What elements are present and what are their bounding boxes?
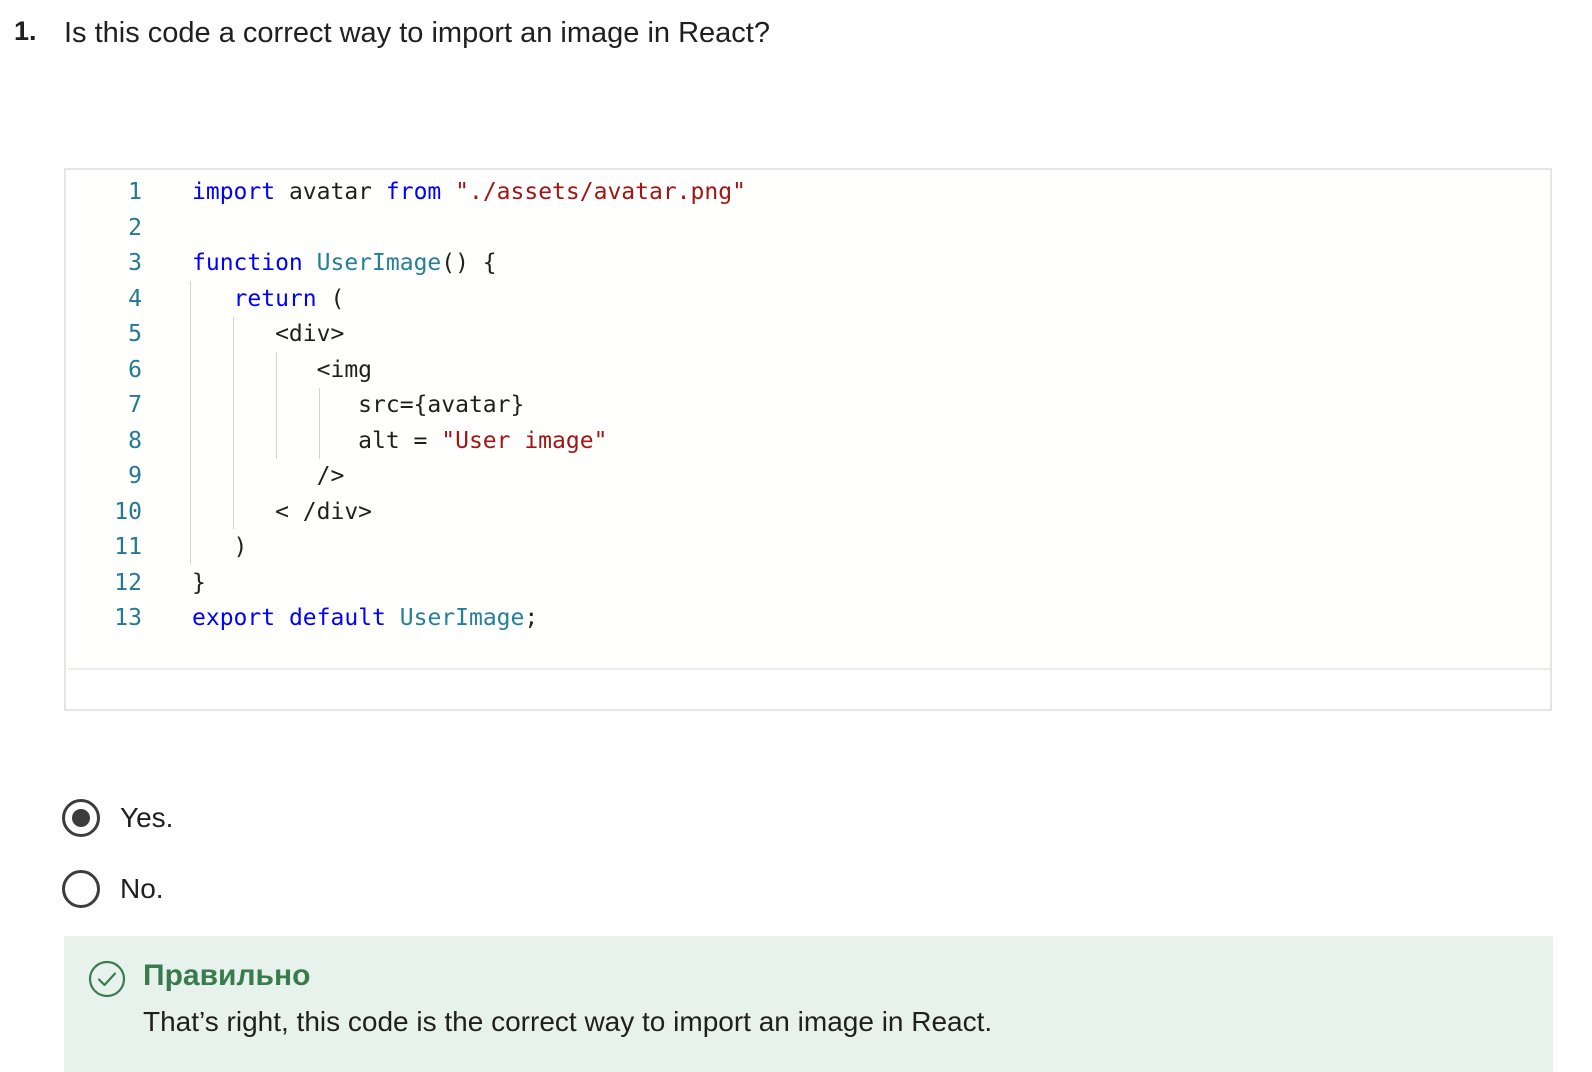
code-token: avatar [275,179,386,205]
feedback-title: Правильно [143,959,311,992]
code-token: "./assets/avatar.png" [455,179,746,205]
line-code: alt = "User image" [192,423,607,459]
line-number: 2 [128,214,142,241]
code-token: /> [192,463,345,489]
code-token: from [385,179,442,205]
code-line: 5 <div> [68,316,1518,352]
code-token: UserImage [316,250,442,276]
code-token: return [233,285,317,312]
code-line: 2 [68,210,1518,246]
line-number: 11 [114,534,142,560]
code-editor[interactable]: 1 import avatar from "./assets/avatar.png… [68,172,1524,670]
feedback-text: That’s right, this code is the correct w… [143,1006,993,1037]
radio-button-yes[interactable] [62,799,100,837]
radio-button-no[interactable] [62,870,100,908]
code-token: ; [524,605,539,631]
line-code: <div> [192,316,344,352]
code-token: () { [441,250,497,276]
code-block: 1 import avatar from "./assets/avatar.png… [64,168,1552,711]
line-number: 5 [128,321,142,347]
code-token: <img [192,356,373,383]
line-number: 9 [128,463,142,489]
line-code: /> [192,458,345,494]
code-line: 3 function UserImage() { [68,245,1518,281]
code-line: 10 < /div> [68,494,1518,530]
code-token: src={avatar} [192,392,525,418]
code-token: import [192,179,276,205]
code-line: 11 ) [68,529,1518,565]
code-line: 4 return ( [68,281,1518,317]
line-number: 6 [128,356,142,383]
code-token: export [192,605,276,631]
code-token: ( [316,285,345,312]
line-code: <img [192,352,372,388]
code-line: 12} [68,565,1518,601]
option-yes[interactable]: Yes. [62,798,173,838]
code-token: <div> [192,321,345,347]
line-code: function UserImage() { [192,245,497,281]
line-number: 10 [114,498,142,525]
code-scrollbar[interactable] [1522,172,1550,670]
question-text: Is this code a correct way to import an … [64,17,770,49]
code-token: "User image" [441,427,608,454]
code-token: default [288,605,386,631]
line-number: 1 [128,179,142,205]
line-number: 8 [128,427,142,454]
option-label-no: No. [120,873,164,904]
line-code: src={avatar} [192,387,524,423]
code-line: 7 src={avatar} [68,387,1518,423]
line-code: } [192,565,206,601]
code-token: function [192,250,303,276]
code-token: UserImage [399,605,525,631]
line-code: import avatar from "./assets/avatar.png" [192,174,746,210]
line-code: return ( [192,281,345,317]
line-number: 12 [114,569,142,596]
code-line: 8 alt = "User image" [68,423,1518,459]
line-code: ) [192,529,248,565]
code-token: < /div> [192,498,373,525]
line-code: export default UserImage; [192,600,538,636]
feedback-panel: Правильно That’s right, this code is the… [64,936,1553,1072]
line-number: 3 [128,250,142,276]
code-line: 13 export default UserImage; [68,600,1518,636]
line-number: 13 [114,605,142,631]
code-token: ) [192,534,248,560]
code-token: } [192,569,206,596]
check-circle-icon [88,960,126,998]
option-label-yes: Yes. [120,802,174,833]
question-number: 1. [14,16,37,46]
code-line: 9 /> [68,458,1518,494]
line-number: 7 [128,392,142,418]
line-code: < /div> [192,494,372,530]
line-number: 4 [128,285,142,312]
option-no[interactable]: No. [62,869,164,909]
code-token: alt = [192,427,442,454]
code-line: 1 import avatar from "./assets/avatar.png… [68,174,1518,210]
code-line: 6 <img [68,352,1518,388]
